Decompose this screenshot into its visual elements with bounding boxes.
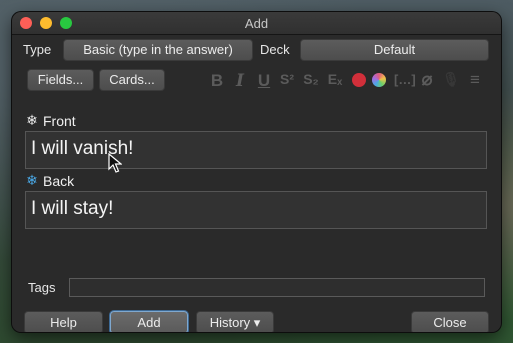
cloze-icon[interactable]: […] [394, 72, 416, 87]
help-button[interactable]: Help [24, 311, 103, 332]
front-field[interactable]: I will vanish! [25, 131, 487, 169]
fields-button[interactable]: Fields... [27, 69, 94, 91]
deck-label: Deck [260, 42, 290, 57]
deck-button[interactable]: Default [300, 39, 489, 61]
window-title: Add [244, 16, 269, 31]
bold-icon[interactable]: B [208, 71, 226, 91]
close-button[interactable]: Close [411, 311, 489, 332]
superscript-icon[interactable]: S² [278, 71, 296, 87]
add-window: Add Type Basic (type in the answer) Deck… [12, 12, 501, 332]
field-label-back: Back [43, 173, 75, 189]
subscript-icon[interactable]: S₂ [302, 71, 320, 87]
underline-icon[interactable]: U [255, 71, 273, 91]
attach-icon[interactable]: ⌀ [418, 69, 436, 90]
tags-label: Tags [28, 280, 56, 295]
clear-format-icon[interactable]: Eₓ [326, 71, 344, 87]
italic-icon[interactable]: I [231, 71, 249, 91]
more-icon[interactable]: ≡ [466, 70, 484, 90]
cards-button[interactable]: Cards... [99, 69, 165, 91]
text-color-icon[interactable] [352, 73, 366, 87]
add-button[interactable]: Add [110, 311, 188, 332]
snowflake-icon[interactable]: ❄ [25, 172, 39, 189]
note-type-button[interactable]: Basic (type in the answer) [63, 39, 253, 61]
highlight-color-icon[interactable] [372, 73, 386, 87]
title-bar[interactable]: Add [12, 12, 501, 35]
field-label-front: Front [43, 113, 76, 129]
type-label: Type [23, 42, 52, 57]
mouse-cursor-icon [108, 153, 122, 173]
back-field[interactable]: I will stay! [25, 191, 487, 229]
window-body: Type Basic (type in the answer) Deck Def… [12, 35, 501, 332]
snowflake-icon[interactable]: ❄ [25, 112, 39, 129]
record-icon[interactable]: 🎙 [442, 71, 460, 88]
history-button[interactable]: History ▾ [196, 311, 274, 332]
tags-input[interactable] [69, 278, 485, 297]
